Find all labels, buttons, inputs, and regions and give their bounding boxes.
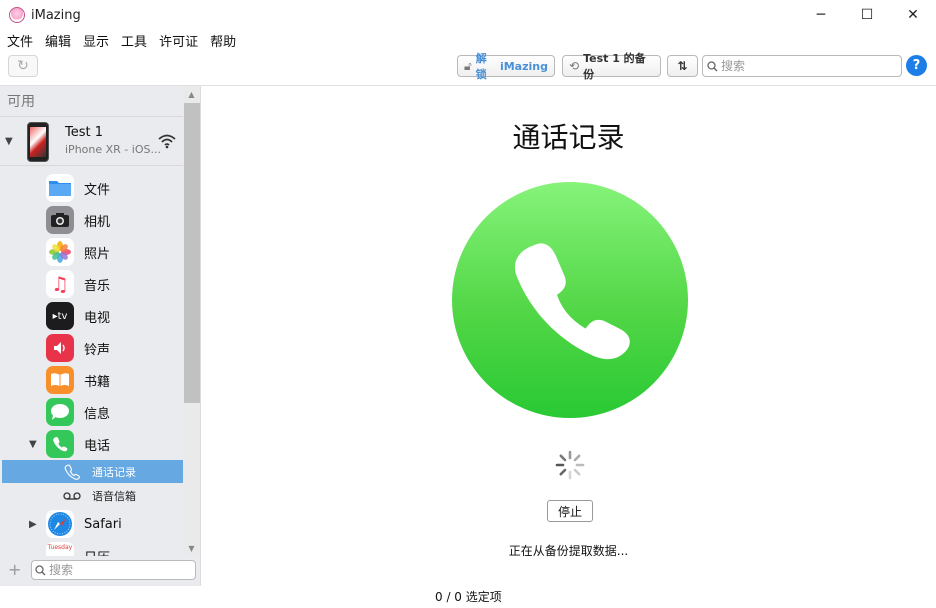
scroll-down-icon[interactable]: ▼: [183, 540, 200, 556]
sidebar-item-label: 电话: [84, 438, 111, 454]
main-panel: 通话记录 停止 正在从备份提取数据...: [201, 86, 936, 586]
ringtone-icon: [46, 334, 74, 362]
title-bar: iMazing ─ ☐ ✕: [0, 0, 936, 30]
folder-icon: [46, 174, 74, 202]
menu-tools[interactable]: 工具: [115, 31, 153, 50]
toolbar: ↻ 🔓︎ 解锁 iMazing ⟲ Test 1 的备份 ⇅ ?: [0, 52, 936, 86]
sidebar-item-calendar[interactable]: Tuesday 日历: [0, 540, 183, 556]
sidebar-item-photos[interactable]: 照片: [0, 236, 183, 268]
sidebar-item-label: 铃声: [84, 342, 111, 358]
camera-icon: [46, 206, 74, 234]
selection-count: 0 / 0 选定项: [435, 590, 502, 604]
safari-icon: [46, 510, 74, 538]
maximize-button[interactable]: ☐: [844, 0, 890, 30]
sidebar-item-label: 照片: [84, 246, 111, 262]
sidebar-item-books[interactable]: 书籍: [0, 364, 183, 396]
search-input[interactable]: [721, 59, 891, 73]
stop-button[interactable]: 停止: [547, 500, 593, 522]
sidebar-item-phone[interactable]: ▼ 电话: [0, 428, 183, 460]
sidebar-subitem-call-history[interactable]: 通话记录: [2, 460, 183, 483]
sidebar-item-music[interactable]: ♫ 音乐: [0, 268, 183, 300]
calendar-day-label: Tuesday: [47, 544, 73, 551]
books-icon: [46, 366, 74, 394]
window-title: iMazing: [31, 7, 81, 23]
window-controls: ─ ☐ ✕: [798, 0, 936, 30]
sidebar-item-label: 书籍: [84, 374, 111, 390]
close-button[interactable]: ✕: [890, 0, 936, 30]
sidebar-subitem-label: 通话记录: [92, 465, 136, 479]
calendar-icon: Tuesday: [46, 542, 74, 556]
transfer-arrows-icon: ⇅: [677, 59, 688, 73]
wifi-icon: [158, 134, 176, 149]
lock-icon: 🔓︎: [464, 58, 472, 73]
sidebar-item-files[interactable]: 文件: [0, 172, 183, 204]
tv-icon: ▸tv: [46, 302, 74, 330]
help-button[interactable]: ?: [906, 55, 927, 76]
sidebar-item-label: Safari: [84, 516, 122, 532]
scrollbar-thumb[interactable]: [184, 103, 200, 403]
scroll-up-icon[interactable]: ▲: [183, 86, 200, 102]
menu-edit[interactable]: 编辑: [39, 31, 77, 50]
sidebar-item-messages[interactable]: 信息: [0, 396, 183, 428]
sidebar-subitem-voicemail[interactable]: 语音信箱: [2, 484, 183, 507]
unlock-prefix: 解锁: [475, 52, 487, 81]
page-title: 通话记录: [512, 121, 625, 154]
menu-help[interactable]: 帮助: [204, 31, 242, 50]
messages-icon: [46, 398, 74, 426]
menu-view[interactable]: 显示: [77, 31, 115, 50]
sidebar-search[interactable]: [31, 560, 196, 580]
expand-arrow-icon[interactable]: ▶: [29, 519, 37, 530]
unlock-button[interactable]: 🔓︎ 解锁 iMazing: [457, 52, 555, 81]
sidebar-subitem-label: 语音信箱: [92, 489, 136, 503]
sidebar-item-label: 日历: [84, 547, 110, 557]
device-subtitle: iPhone XR - iOS...: [65, 143, 161, 156]
photos-icon: [46, 238, 74, 266]
backup-button[interactable]: ⟲ Test 1 的备份: [562, 52, 661, 81]
sidebar-item-safari[interactable]: ▶ Safari: [0, 508, 183, 540]
device-thumbnail: [27, 122, 49, 162]
collapse-arrow-icon[interactable]: ▼: [29, 439, 37, 450]
sidebar: 可用 ▼ Test 1 iPhone XR - iOS... 文件 相机 照片 …: [0, 86, 201, 556]
menu-file[interactable]: 文件: [0, 31, 39, 50]
unlock-brand: iMazing: [499, 59, 548, 73]
device-row[interactable]: ▼ Test 1 iPhone XR - iOS...: [0, 116, 183, 166]
search-icon: [35, 564, 46, 575]
menu-bar: 文件 编辑 显示 工具 许可证 帮助: [0, 30, 242, 50]
sidebar-scrollbar[interactable]: ▲ ▼: [183, 86, 200, 556]
sidebar-footer: +: [0, 556, 201, 586]
app-logo-icon: [9, 7, 25, 23]
music-icon: ♫: [46, 270, 74, 298]
sidebar-item-camera[interactable]: 相机: [0, 204, 183, 236]
add-icon[interactable]: +: [8, 560, 21, 579]
phone-outline-icon: [64, 463, 80, 480]
sidebar-item-tv[interactable]: ▸tv 电视: [0, 300, 183, 332]
menu-license[interactable]: 许可证: [153, 31, 204, 50]
extraction-status: 正在从备份提取数据...: [508, 544, 629, 558]
transfer-button[interactable]: ⇅: [667, 55, 698, 77]
sidebar-item-label: 文件: [84, 182, 111, 198]
sidebar-section-title: 可用: [7, 94, 35, 110]
loading-spinner-icon: [555, 450, 585, 480]
phone-app-icon: [452, 182, 688, 418]
toolbar-search[interactable]: [702, 55, 902, 77]
backup-history-icon: ⟲: [569, 59, 580, 73]
voicemail-icon: [63, 491, 81, 500]
phone-handset-icon: [514, 243, 630, 360]
sidebar-item-label: 电视: [84, 310, 111, 326]
sidebar-item-label: 音乐: [84, 278, 111, 294]
sidebar-item-label: 相机: [84, 214, 111, 230]
refresh-icon: ↻: [17, 58, 29, 74]
expand-arrow-icon[interactable]: ▼: [5, 136, 13, 147]
search-icon: [707, 60, 718, 71]
status-bar: 0 / 0 选定项: [0, 586, 936, 608]
sidebar-item-label: 信息: [84, 406, 111, 422]
sidebar-search-input[interactable]: [49, 563, 189, 577]
sidebar-item-ringtones[interactable]: 铃声: [0, 332, 183, 364]
minimize-button[interactable]: ─: [798, 0, 844, 30]
refresh-button[interactable]: ↻: [8, 55, 38, 77]
backup-label: Test 1 的备份: [583, 52, 646, 81]
phone-icon: [46, 430, 74, 458]
device-name: Test 1: [65, 125, 104, 140]
